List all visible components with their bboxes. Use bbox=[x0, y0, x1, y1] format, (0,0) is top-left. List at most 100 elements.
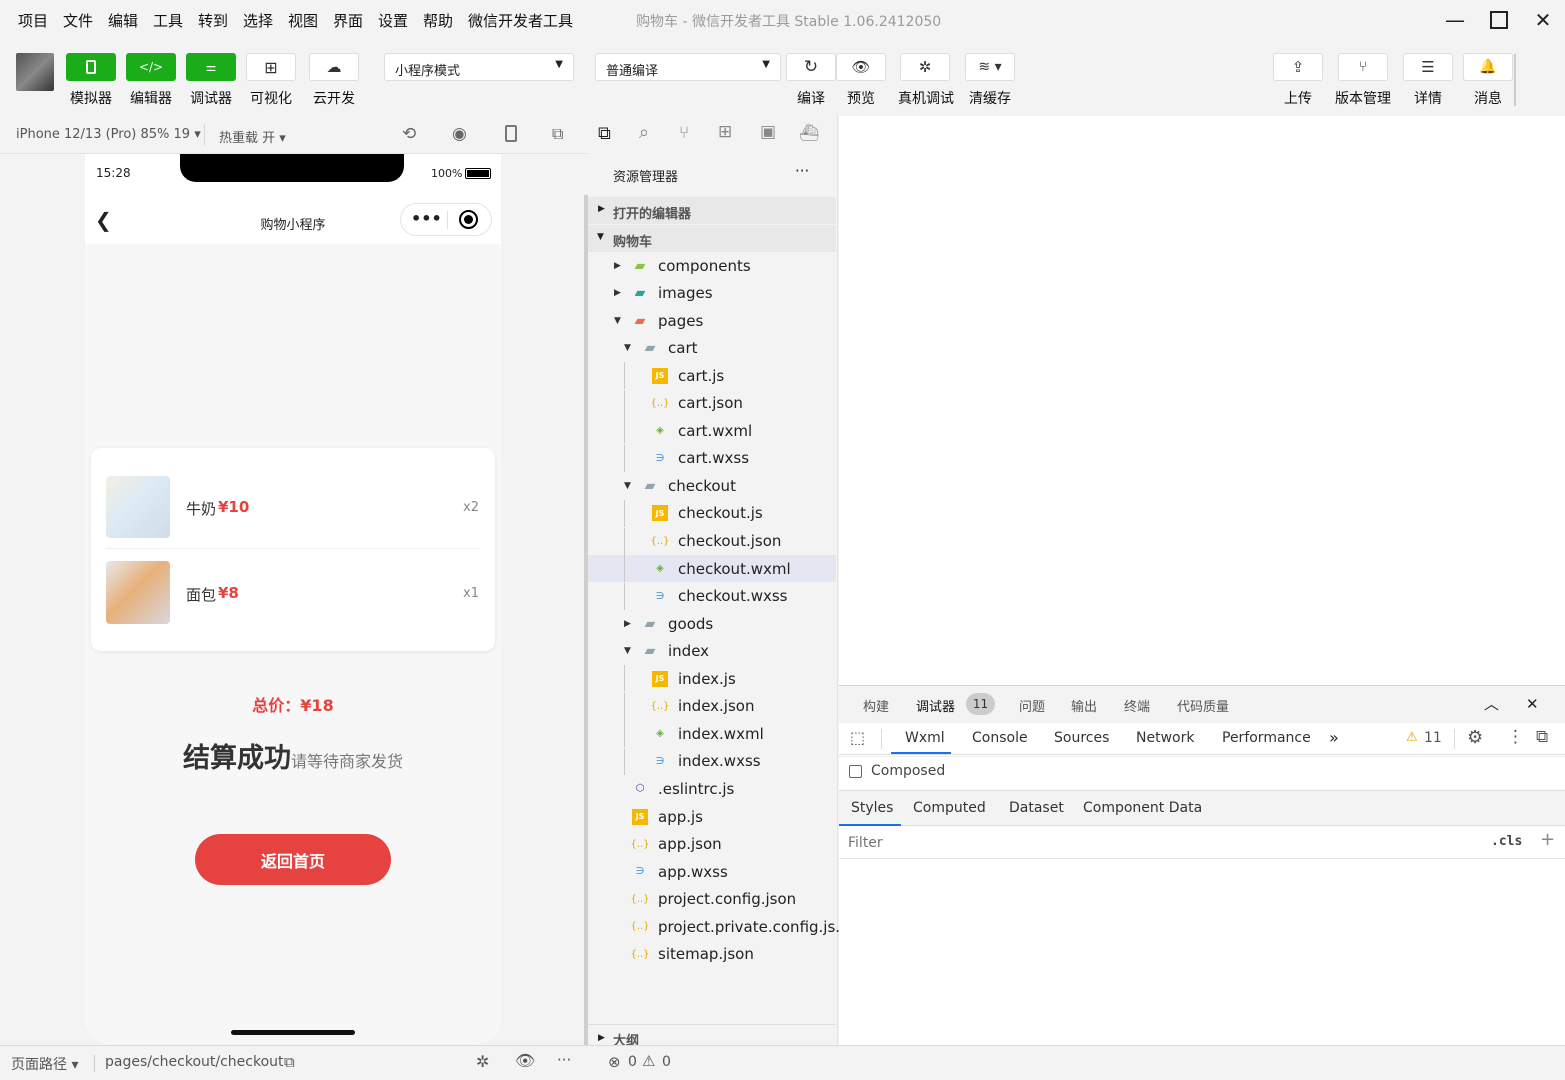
tree-item[interactable]: ▶ ▰ components bbox=[588, 252, 836, 279]
chevron-right-icon[interactable]: ▶ bbox=[598, 1033, 605, 1043]
git-icon[interactable]: ⑂ bbox=[679, 123, 689, 143]
tab-dataset[interactable]: Dataset bbox=[1009, 800, 1064, 816]
tree-item[interactable]: ▼ ▰ checkout bbox=[588, 472, 836, 499]
cls-button[interactable]: .cls bbox=[1491, 834, 1522, 849]
eye-icon[interactable]: 👁 bbox=[515, 1051, 535, 1070]
tab-sources[interactable]: Sources bbox=[1054, 730, 1109, 746]
preview-button[interactable]: 👁 bbox=[836, 53, 886, 81]
tree-item[interactable]: JS app.js bbox=[588, 803, 836, 830]
files-icon[interactable]: ⧉ bbox=[598, 123, 611, 144]
page-path-select[interactable]: 页面路径 ▾ bbox=[11, 1054, 78, 1074]
close-icon[interactable]: ✕ bbox=[1526, 695, 1539, 713]
close-target-icon[interactable] bbox=[459, 210, 478, 229]
bug-icon[interactable]: ✲ bbox=[476, 1052, 489, 1071]
chevron-right-icon[interactable]: ▶ bbox=[624, 619, 631, 629]
maximize-icon[interactable] bbox=[1484, 6, 1514, 34]
menu-interface[interactable]: 界面 bbox=[333, 10, 363, 31]
tree-item[interactable]: JS index.js bbox=[588, 665, 836, 693]
tab-network[interactable]: Network bbox=[1136, 730, 1194, 746]
tree-item[interactable]: {..} checkout.json bbox=[588, 527, 836, 555]
menu-help[interactable]: 帮助 bbox=[423, 10, 453, 31]
compile-button[interactable]: ↻ bbox=[786, 53, 836, 81]
chevron-down-icon[interactable]: ▼ bbox=[624, 646, 631, 656]
tree-item[interactable]: ∋ checkout.wxss bbox=[588, 582, 836, 610]
add-rule-icon[interactable]: + bbox=[1540, 829, 1555, 850]
device-select[interactable]: iPhone 12/13 (Pro) 85% 19 ▾ bbox=[16, 127, 201, 142]
tab-computed[interactable]: Computed bbox=[913, 800, 986, 816]
more-tabs-icon[interactable]: » bbox=[1329, 728, 1339, 747]
tab-debugger[interactable]: 调试器 bbox=[916, 696, 955, 715]
editor-area[interactable] bbox=[839, 116, 1565, 685]
cloud-button[interactable]: ☁ bbox=[309, 53, 359, 81]
tree-item[interactable]: ▼ ▰ index bbox=[588, 638, 836, 665]
tab-console[interactable]: Console bbox=[972, 730, 1028, 746]
error-icon[interactable]: ⊗ bbox=[608, 1053, 621, 1071]
inspect-icon[interactable]: ⬚ bbox=[850, 728, 865, 747]
menu-view[interactable]: 视图 bbox=[288, 10, 318, 31]
debugger-button[interactable]: ⚌ bbox=[186, 53, 236, 81]
tree-item[interactable]: ∋ cart.wxss bbox=[588, 444, 836, 472]
project-section[interactable]: ▼ 购物车 bbox=[588, 225, 836, 252]
composed-checkbox[interactable] bbox=[849, 765, 862, 778]
tree-item[interactable]: ◈ index.wxml bbox=[588, 720, 836, 748]
tree-item[interactable]: ◈ cart.wxml bbox=[588, 417, 836, 445]
save-icon[interactable]: ▣ bbox=[760, 122, 776, 142]
minimize-icon[interactable]: — bbox=[1440, 6, 1470, 34]
menu-edit[interactable]: 编辑 bbox=[108, 10, 138, 31]
tab-terminal[interactable]: 终端 bbox=[1124, 696, 1150, 715]
mode-select[interactable]: 小程序模式 ▼ bbox=[384, 53, 574, 81]
chevron-down-icon[interactable]: ▼ bbox=[624, 481, 631, 491]
tree-item[interactable]: ▼ ▰ pages bbox=[588, 307, 836, 334]
extensions-icon[interactable]: ⊞ bbox=[718, 122, 732, 142]
menu-select[interactable]: 选择 bbox=[243, 10, 273, 31]
record-icon[interactable]: ◉ bbox=[452, 124, 467, 144]
tree-item[interactable]: JS checkout.js bbox=[588, 499, 836, 527]
tree-item[interactable]: {..} index.json bbox=[588, 692, 836, 720]
chevron-down-icon[interactable]: ▼ bbox=[624, 343, 631, 353]
remote-debug-button[interactable]: ✲ bbox=[900, 53, 950, 81]
tree-item[interactable]: {..} sitemap.json bbox=[588, 941, 836, 968]
menu-project[interactable]: 项目 bbox=[18, 10, 48, 31]
tab-component-data[interactable]: Component Data bbox=[1083, 800, 1202, 816]
details-button[interactable]: ☰ bbox=[1403, 53, 1453, 81]
chevron-right-icon[interactable]: ▶ bbox=[614, 288, 621, 298]
menu-tools[interactable]: 工具 bbox=[153, 10, 183, 31]
back-home-button[interactable]: 返回首页 bbox=[195, 834, 391, 885]
tree-item[interactable]: {..} cart.json bbox=[588, 389, 836, 417]
tab-issues[interactable]: 问题 bbox=[1019, 696, 1045, 715]
popout-icon[interactable]: ⧉ bbox=[552, 124, 563, 144]
hot-reload-select[interactable]: 热重载 开 ▾ bbox=[219, 127, 286, 146]
chevron-up-icon[interactable]: ︿ bbox=[1484, 693, 1499, 714]
tab-output[interactable]: 输出 bbox=[1071, 696, 1097, 715]
tab-code-quality[interactable]: 代码质量 bbox=[1177, 696, 1229, 715]
open-editors-section[interactable]: ▶ 打开的编辑器 bbox=[588, 197, 836, 224]
tab-performance[interactable]: Performance bbox=[1222, 730, 1311, 746]
upload-button[interactable]: ⇪ bbox=[1273, 53, 1323, 81]
menu-devtools[interactable]: 微信开发者工具 bbox=[468, 10, 573, 31]
tree-item[interactable]: ⬡ .eslintrc.js bbox=[588, 775, 836, 802]
more-actions-icon[interactable]: ··· bbox=[795, 162, 809, 180]
avatar[interactable] bbox=[16, 53, 54, 91]
rotate-icon[interactable]: ⟲ bbox=[402, 124, 416, 144]
tree-item[interactable]: ▶ ▰ images bbox=[588, 280, 836, 307]
styles-filter-input[interactable] bbox=[843, 830, 1477, 856]
copy-icon[interactable]: ⧉ bbox=[284, 1053, 295, 1071]
more-icon[interactable]: ••• bbox=[411, 209, 442, 228]
tab-build[interactable]: 构建 bbox=[863, 696, 889, 715]
tree-item[interactable]: ▶ ▰ goods bbox=[588, 610, 836, 637]
search-icon[interactable]: ⌕ bbox=[639, 122, 649, 143]
tree-item[interactable]: {..} app.json bbox=[588, 831, 836, 858]
menu-goto[interactable]: 转到 bbox=[198, 10, 228, 31]
kebab-icon[interactable]: ⋮ bbox=[1507, 727, 1524, 747]
close-icon[interactable]: ✕ bbox=[1528, 6, 1558, 34]
tab-styles[interactable]: Styles bbox=[851, 800, 893, 816]
chevron-down-icon[interactable]: ▼ bbox=[614, 316, 621, 326]
tree-item[interactable]: {..} project.config.json bbox=[588, 886, 836, 913]
warning-icon[interactable]: ⚠ bbox=[1406, 730, 1418, 745]
device-icon[interactable] bbox=[505, 125, 517, 142]
tree-item[interactable]: {..} project.private.config.js... bbox=[588, 913, 849, 940]
tree-item[interactable]: ◈ checkout.wxml bbox=[588, 555, 836, 583]
menu-file[interactable]: 文件 bbox=[63, 10, 93, 31]
dock-icon[interactable]: ⧉ bbox=[1536, 727, 1548, 747]
tree-item[interactable]: ∋ app.wxss bbox=[588, 858, 836, 885]
